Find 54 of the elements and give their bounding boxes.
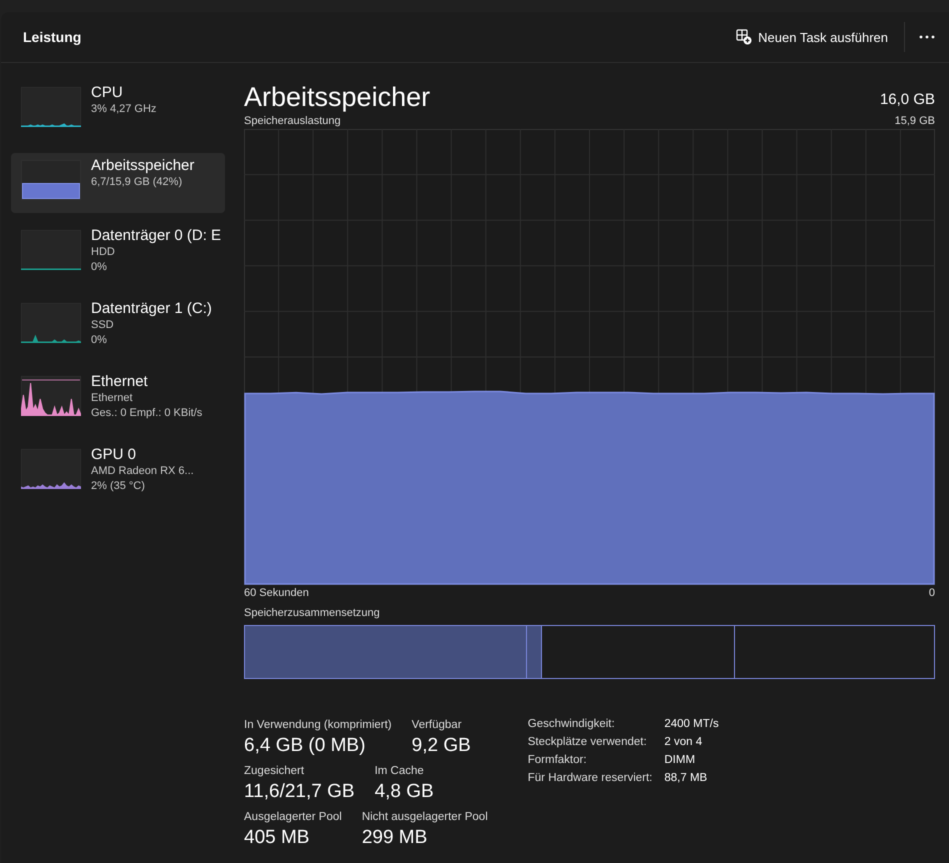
item-name: Datenträger 0 (D: E bbox=[91, 226, 222, 245]
stat-value: 299 MB bbox=[362, 826, 428, 850]
item-detail: 3% 4,27 GHz bbox=[91, 102, 156, 117]
sidebar-item[interactable]: CPU 3% 4,27 GHz bbox=[11, 80, 225, 147]
stat-value: 6,4 GB (0 MB) bbox=[244, 734, 366, 758]
stat-value: 4,8 GB bbox=[374, 780, 434, 804]
sidebar-item[interactable]: GPU 0 AMD Radeon RX 6... 2% (35 °C) bbox=[11, 442, 225, 509]
chart-label: Speicherauslastung bbox=[244, 115, 341, 127]
sidebar-item[interactable]: Datenträger 1 (C:) SSD 0% bbox=[11, 296, 225, 363]
detail-label: Steckplätze verwendet: bbox=[528, 735, 648, 750]
stat-label: Im Cache bbox=[374, 764, 425, 779]
section-title: Arbeitsspeicher bbox=[244, 81, 430, 113]
stat-value: 405 MB bbox=[244, 826, 310, 850]
page-title: Leistung bbox=[23, 29, 82, 45]
stat-label: Ausgelagerter Pool bbox=[244, 810, 342, 825]
item-name: Datenträger 1 (C:) bbox=[91, 299, 212, 318]
item-name: CPU bbox=[91, 83, 124, 102]
item-detail: 0% bbox=[91, 260, 108, 275]
detail-value: 2 von 4 bbox=[664, 735, 704, 750]
sidebar-item[interactable]: Datenträger 0 (D: E HDD 0% bbox=[11, 223, 225, 290]
item-detail: HDD bbox=[91, 245, 116, 260]
detail-label: Für Hardware reserviert: bbox=[528, 771, 652, 786]
total-memory: 16,0 GB bbox=[880, 91, 935, 108]
stat-label: Verfügbar bbox=[412, 718, 463, 733]
composition-label: Speicherzusammensetzung bbox=[244, 607, 380, 619]
item-name: Arbeitsspeicher bbox=[91, 156, 194, 175]
new-task-icon bbox=[736, 29, 752, 45]
chart-max-label: 15,9 GB bbox=[894, 115, 935, 127]
item-detail: SSD bbox=[91, 318, 115, 333]
time-axis-end: 0 bbox=[928, 587, 935, 599]
run-task-button[interactable]: Neuen Task ausführen bbox=[726, 23, 898, 51]
detail-value: DIMM bbox=[664, 753, 696, 768]
stat-label: In Verwendung (komprimiert) bbox=[244, 718, 392, 733]
detail-label: Geschwindigkeit: bbox=[528, 717, 616, 732]
item-detail: 0% bbox=[91, 333, 108, 348]
stat-value: 11,6/21,7 GB bbox=[244, 780, 355, 804]
sidebar-item[interactable]: Ethernet Ethernet Ges.: 0 Empf.: 0 KBit/s bbox=[11, 369, 225, 436]
more-icon bbox=[919, 35, 935, 39]
detail-value: 2400 MT/s bbox=[664, 717, 719, 732]
detail-value: 88,7 MB bbox=[664, 771, 708, 786]
item-detail: 2% (35 °C) bbox=[91, 479, 146, 494]
memory-thumbnail bbox=[21, 160, 81, 200]
item-name: Ethernet bbox=[91, 372, 149, 391]
detail-label: Formfaktor: bbox=[528, 753, 588, 768]
item-detail: 6,7/15,9 GB (42%) bbox=[91, 175, 184, 190]
item-detail: Ges.: 0 Empf.: 0 KBit/s bbox=[91, 406, 202, 421]
item-name: GPU 0 bbox=[91, 445, 138, 464]
sidebar-item[interactable]: Arbeitsspeicher 6,7/15,9 GB (42%) bbox=[11, 153, 225, 213]
stat-value: 9,2 GB bbox=[412, 734, 471, 758]
stat-label: Nicht ausgelagerter Pool bbox=[362, 810, 488, 825]
item-detail: Ethernet bbox=[91, 391, 134, 406]
item-detail: AMD Radeon RX 6... bbox=[91, 464, 194, 479]
time-axis-start: 60 Sekunden bbox=[244, 587, 309, 599]
stat-label: Zugesichert bbox=[244, 764, 306, 779]
